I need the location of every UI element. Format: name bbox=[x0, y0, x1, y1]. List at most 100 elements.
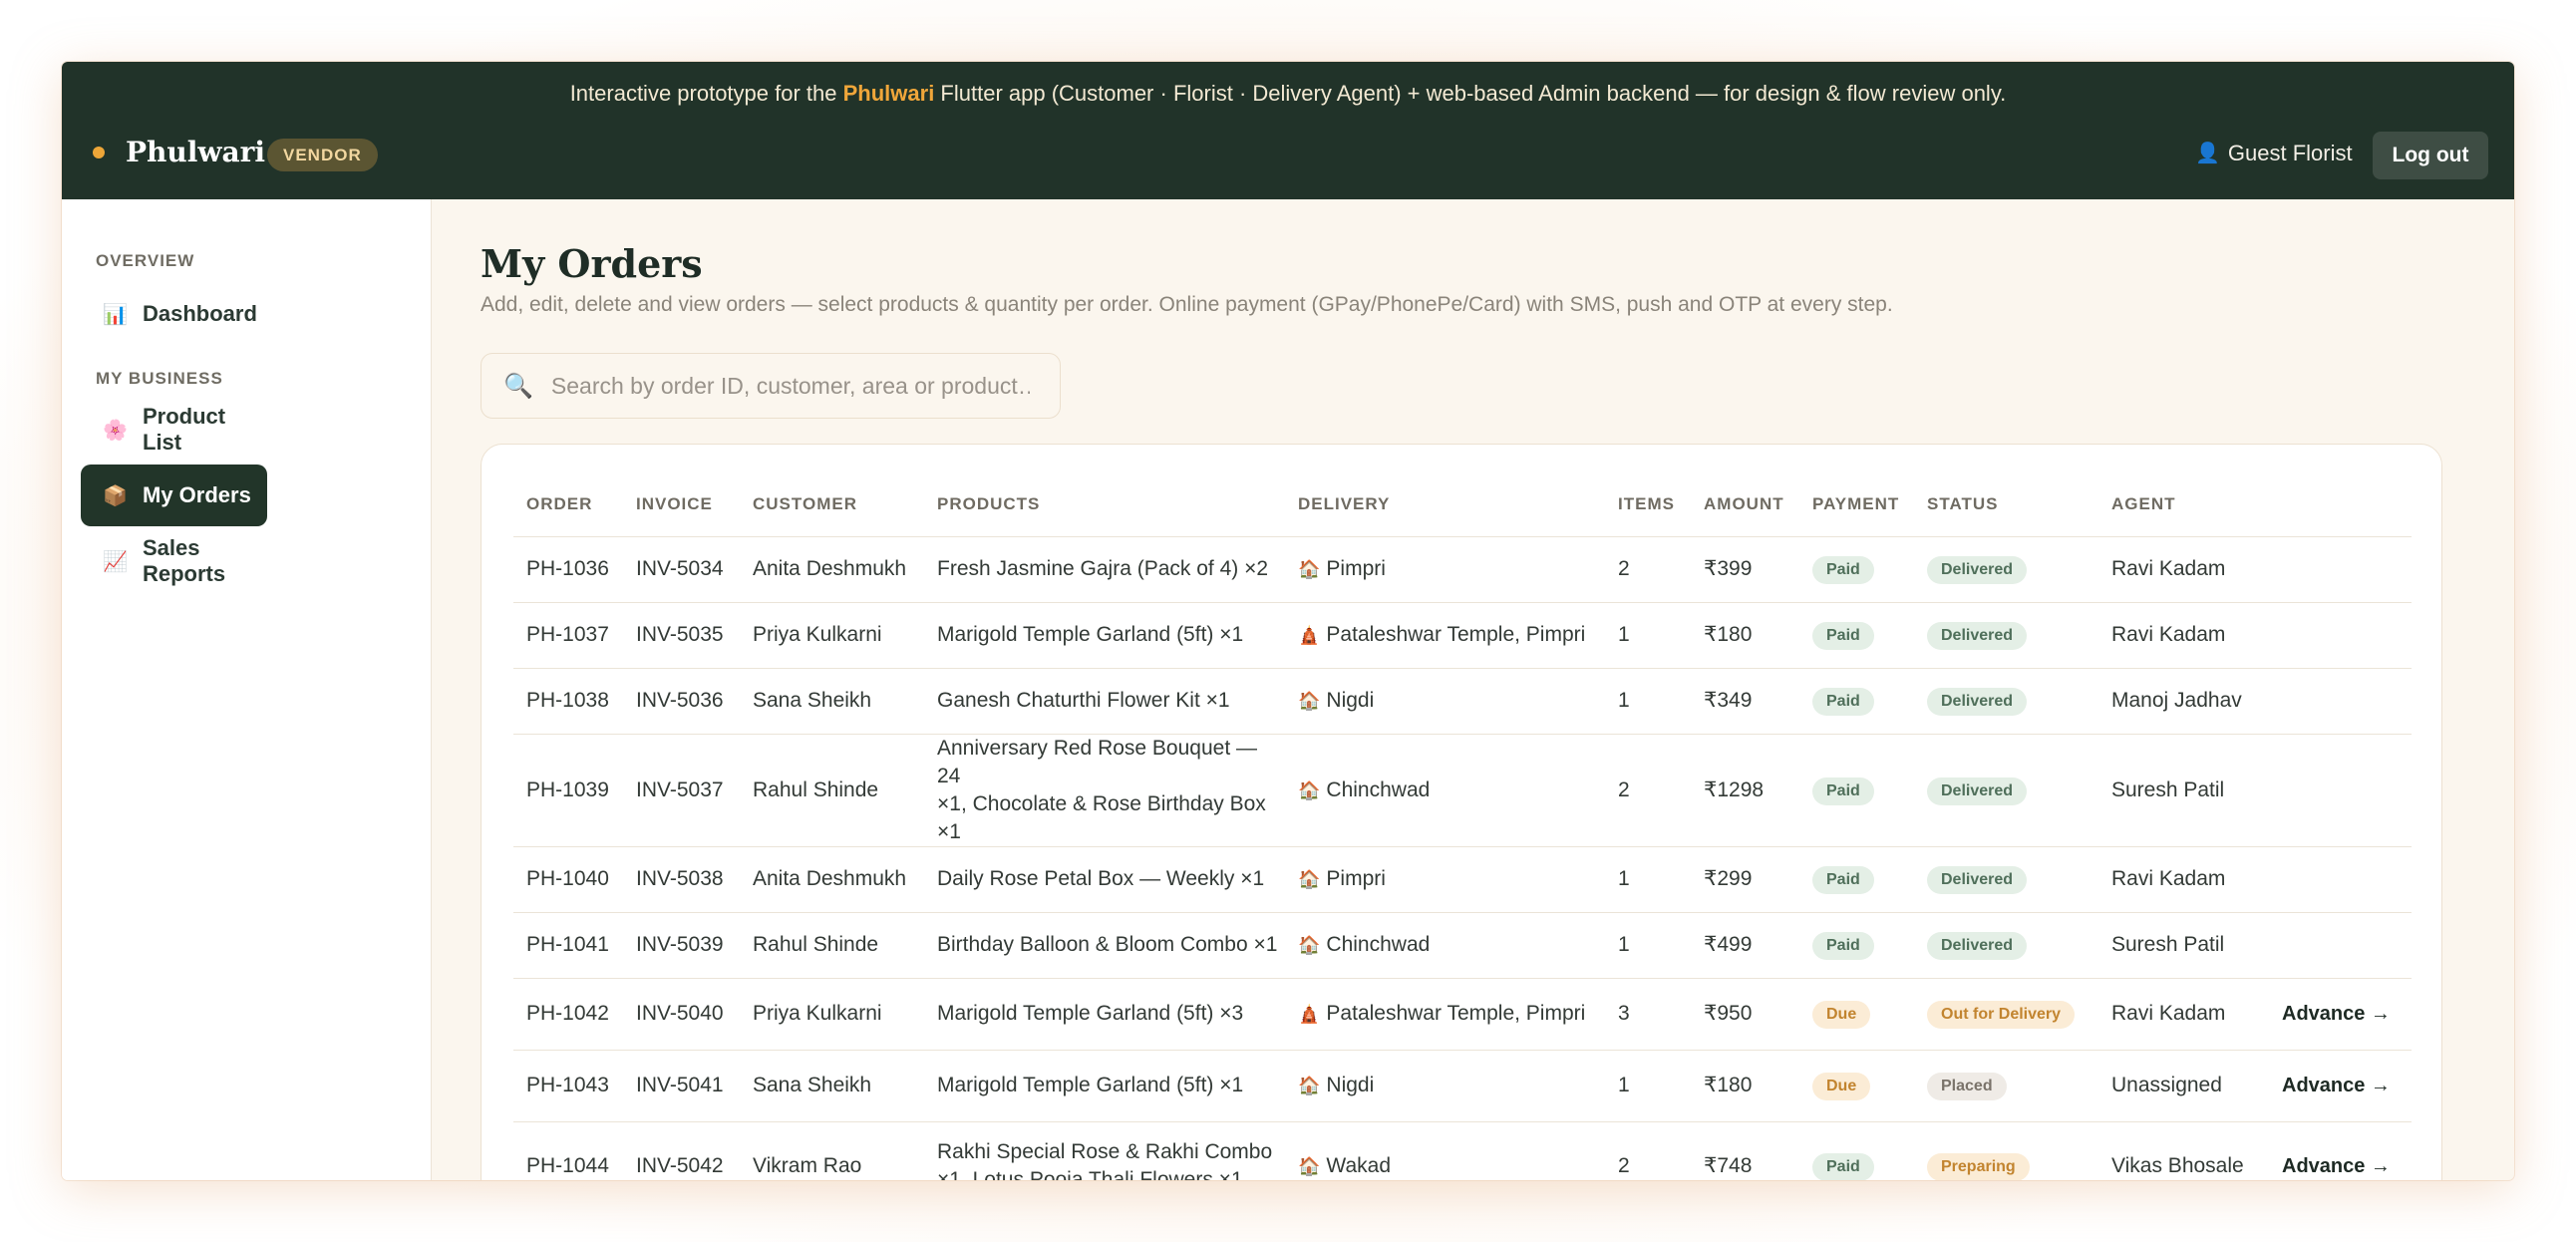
package-icon: 📦 bbox=[103, 484, 128, 507]
main-content: My Orders Add, edit, delete and view ord… bbox=[433, 199, 2514, 1180]
column-header[interactable]: STATUS bbox=[1914, 472, 2098, 537]
amount: ₹748 bbox=[1691, 1121, 1799, 1180]
table-row[interactable]: PH-1044 INV-5042 Vikram Rao Rakhi Specia… bbox=[513, 1121, 2412, 1180]
action-cell bbox=[2269, 734, 2412, 847]
item-count: 3 bbox=[1605, 978, 1691, 1051]
user-icon: 👤 bbox=[2195, 143, 2220, 164]
sidebar-section-title: OVERVIEW bbox=[96, 251, 195, 270]
status-badge: Delivered bbox=[1927, 866, 2028, 894]
table-row[interactable]: PH-1043 INV-5041 Sana Sheikh Marigold Te… bbox=[513, 1050, 2412, 1122]
table-row[interactable]: PH-1038 INV-5036 Sana Sheikh Ganesh Chat… bbox=[513, 668, 2412, 735]
delivery-area: Pataleshwar Temple, Pimpri bbox=[1326, 1002, 1586, 1025]
payment-cell: Paid bbox=[1799, 846, 1914, 913]
delivery-area: Chinchwad bbox=[1326, 777, 1431, 801]
status-cell: Delivered bbox=[1914, 734, 2098, 847]
products: Rakhi Special Rose & Rakhi Combo ×1, Lotu… bbox=[924, 1121, 1285, 1180]
logout-button[interactable]: Log out bbox=[2373, 132, 2488, 179]
sidebar-item-my-orders[interactable]: 📦 My Orders bbox=[81, 465, 267, 526]
house-icon: 🏠 bbox=[1298, 1076, 1321, 1095]
column-header[interactable]: AGENT bbox=[2098, 472, 2269, 537]
table-header-row: ORDER INVOICE CUSTOMER PRODUCTS DELIVERY… bbox=[513, 472, 2412, 537]
column-header[interactable]: PAYMENT bbox=[1799, 472, 1914, 537]
products-line: Anniversary Red Rose Bouquet — 24 bbox=[937, 736, 1257, 787]
products: Marigold Temple Garland (5ft) ×1 bbox=[924, 602, 1285, 669]
page-subtitle: Add, edit, delete and view orders — sele… bbox=[481, 293, 1893, 316]
house-icon: 🏠 bbox=[1298, 559, 1321, 579]
column-header[interactable]: INVOICE bbox=[623, 472, 740, 537]
house-icon: 🏠 bbox=[1298, 1156, 1321, 1176]
table-row[interactable]: PH-1042 INV-5040 Priya Kulkarni Marigold… bbox=[513, 978, 2412, 1051]
column-header[interactable]: ORDER bbox=[513, 472, 623, 537]
action-cell bbox=[2269, 536, 2412, 603]
invoice-id: INV-5040 bbox=[623, 978, 740, 1051]
column-header[interactable]: DELIVERY bbox=[1285, 472, 1605, 537]
table-row[interactable]: PH-1040 INV-5038 Anita Deshmukh Daily Ro… bbox=[513, 846, 2412, 913]
sidebar-item-dashboard[interactable]: 📊 Dashboard bbox=[81, 283, 267, 345]
invoice-id: INV-5041 bbox=[623, 1050, 740, 1122]
customer-name: Priya Kulkarni bbox=[740, 602, 924, 669]
amount: ₹950 bbox=[1691, 978, 1799, 1051]
products-line: Rakhi Special Rose & Rakhi Combo bbox=[937, 1140, 1273, 1163]
advance-button[interactable]: Advance → bbox=[2282, 1155, 2391, 1177]
action-cell: Advance → bbox=[2269, 1050, 2412, 1122]
advance-button[interactable]: Advance → bbox=[2282, 1003, 2391, 1025]
app-logo[interactable]: Phulwari bbox=[126, 132, 265, 173]
payment-badge: Paid bbox=[1812, 776, 1874, 805]
bar-chart-icon: 📊 bbox=[103, 303, 128, 326]
item-count: 1 bbox=[1605, 668, 1691, 735]
order-id: PH-1036 bbox=[513, 536, 623, 603]
flower-icon: 🌸 bbox=[103, 419, 128, 442]
table-row[interactable]: PH-1039 INV-5037 Rahul Shinde Anniversar… bbox=[513, 734, 2412, 847]
delivery-location: 🏠 Nigdi bbox=[1285, 1050, 1605, 1122]
column-header[interactable]: PRODUCTS bbox=[924, 472, 1285, 537]
user-name: Guest Florist bbox=[2227, 141, 2353, 165]
column-header bbox=[2269, 472, 2412, 537]
delivery-area: Wakad bbox=[1326, 1154, 1392, 1177]
customer-name: Priya Kulkarni bbox=[740, 978, 924, 1051]
customer-name: Vikram Rao bbox=[740, 1121, 924, 1180]
action-cell: Advance → bbox=[2269, 1121, 2412, 1180]
action-cell bbox=[2269, 912, 2412, 979]
item-count: 2 bbox=[1605, 734, 1691, 847]
customer-name: Anita Deshmukh bbox=[740, 846, 924, 913]
status-cell: Delivered bbox=[1914, 846, 2098, 913]
products: Marigold Temple Garland (5ft) ×1 bbox=[924, 1050, 1285, 1122]
status-badge: Out for Delivery bbox=[1927, 1001, 2076, 1029]
sidebar-item-sales-reports[interactable]: 📈 Sales Reports bbox=[81, 530, 267, 592]
column-header[interactable]: ITEMS bbox=[1605, 472, 1691, 537]
payment-cell: Paid bbox=[1799, 734, 1914, 847]
table-row[interactable]: PH-1041 INV-5039 Rahul Shinde Birthday B… bbox=[513, 912, 2412, 979]
invoice-id: INV-5038 bbox=[623, 846, 740, 913]
banner-brand: Phulwari bbox=[842, 81, 935, 106]
column-header[interactable]: CUSTOMER bbox=[740, 472, 924, 537]
order-id: PH-1037 bbox=[513, 602, 623, 669]
advance-button[interactable]: Advance → bbox=[2282, 1075, 2391, 1096]
table-row[interactable]: PH-1036 INV-5034 Anita Deshmukh Fresh Ja… bbox=[513, 536, 2412, 603]
trend-chart-icon: 📈 bbox=[103, 550, 128, 573]
column-header[interactable]: AMOUNT bbox=[1691, 472, 1799, 537]
order-id: PH-1041 bbox=[513, 912, 623, 979]
status-badge: Delivered bbox=[1927, 688, 2028, 716]
search-input[interactable] bbox=[550, 372, 1030, 400]
status-cell: Out for Delivery bbox=[1914, 978, 2098, 1051]
products-line: ×1, Chocolate & Rose Birthday Box ×1 bbox=[937, 791, 1266, 843]
house-icon: 🏠 bbox=[1298, 691, 1321, 711]
delivery-area: Pataleshwar Temple, Pimpri bbox=[1326, 623, 1586, 646]
agent-name: Suresh Patil bbox=[2098, 734, 2269, 847]
search-box[interactable]: 🔍 bbox=[481, 353, 1061, 419]
delivery-location: 🏠 Chinchwad bbox=[1285, 734, 1605, 847]
payment-cell: Paid bbox=[1799, 668, 1914, 735]
logo-dot-icon bbox=[93, 147, 105, 158]
table-row[interactable]: PH-1037 INV-5035 Priya Kulkarni Marigold… bbox=[513, 602, 2412, 669]
delivery-location: 🏠 Nigdi bbox=[1285, 668, 1605, 735]
order-id: PH-1043 bbox=[513, 1050, 623, 1122]
payment-badge: Paid bbox=[1812, 622, 1874, 650]
house-icon: 🏠 bbox=[1298, 869, 1321, 889]
sidebar-item-product-list[interactable]: 🌸 Product List bbox=[81, 399, 267, 461]
sidebar-item-label: Dashboard bbox=[143, 301, 257, 326]
agent-name: Suresh Patil bbox=[2098, 912, 2269, 979]
products: Ganesh Chaturthi Flower Kit ×1 bbox=[924, 668, 1285, 735]
sidebar-section-title: MY BUSINESS bbox=[96, 369, 223, 388]
sidebar: OVERVIEW 📊 Dashboard MY BUSINESS 🌸 Produ… bbox=[62, 199, 432, 1180]
agent-name: Ravi Kadam bbox=[2098, 978, 2269, 1051]
